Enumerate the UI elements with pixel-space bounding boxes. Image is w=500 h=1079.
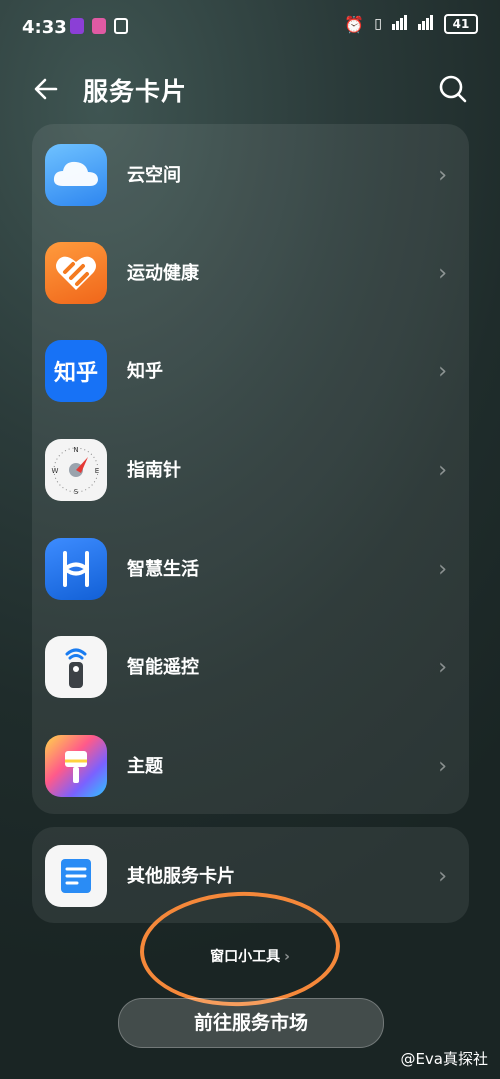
list-item-theme[interactable]: 主题 › [32, 716, 469, 814]
header: 服务卡片 [0, 58, 500, 118]
list-item-label: 主题 [127, 756, 163, 777]
app-notification-icon-2 [92, 18, 106, 34]
chevron-right-icon: › [438, 864, 447, 889]
smart-life-icon [45, 538, 107, 600]
app-notification-icon [70, 18, 84, 34]
chevron-right-icon: › [438, 655, 447, 680]
page-title: 服务卡片 [83, 77, 188, 106]
nfc-icon [114, 18, 128, 34]
list-item-label: 智能遥控 [127, 657, 199, 678]
list-item-cloud[interactable]: 云空间 › [32, 125, 469, 223]
svg-text:N: N [73, 446, 78, 454]
list-item-label: 知乎 [127, 361, 163, 382]
status-bar: 4:33 ⏰ ▯ 41 [0, 0, 500, 52]
list-item-health[interactable]: 运动健康 › [32, 223, 469, 321]
watermark: @Eva真探社 [400, 1050, 488, 1068]
cloud-icon [45, 144, 107, 206]
health-heart-icon [45, 242, 107, 304]
svg-text:S: S [74, 488, 79, 496]
chevron-right-icon: › [438, 261, 447, 286]
chevron-right-icon: › [438, 557, 447, 582]
status-right: ⏰ ▯ 41 [344, 14, 478, 34]
chevron-right-icon: › [438, 163, 447, 188]
battery-icon: 41 [444, 14, 478, 34]
chevron-right-icon: › [438, 458, 447, 483]
list-item-smart-life[interactable]: 智慧生活 › [32, 519, 469, 617]
back-arrow-icon[interactable] [30, 72, 64, 106]
signal-icon-2 [418, 14, 434, 34]
alarm-icon: ⏰ [344, 14, 365, 34]
document-icon [45, 845, 107, 907]
compass-icon: N E S W [45, 439, 107, 501]
zhihu-icon-text: 知乎 [53, 361, 98, 386]
list-item-label: 智慧生活 [127, 559, 199, 580]
zhihu-icon: 知乎 [45, 340, 107, 402]
theme-brush-icon [45, 735, 107, 797]
remote-control-icon [45, 636, 107, 698]
svg-text:W: W [52, 467, 59, 475]
svg-text:E: E [95, 467, 99, 475]
list-item-compass[interactable]: N E S W 指南针 › [32, 420, 469, 518]
list-item-label: 运动健康 [127, 263, 199, 284]
vibrate-icon: ▯ [374, 16, 382, 32]
signal-icon [392, 14, 408, 34]
status-time: 4:33 [22, 17, 67, 38]
service-market-button[interactable]: 前往服务市场 [118, 998, 384, 1048]
list-item-label: 指南针 [127, 460, 181, 481]
chevron-right-icon: › [438, 754, 447, 779]
list-item-zhihu[interactable]: 知乎 知乎 › [32, 321, 469, 419]
service-card-list: 云空间 › 运动健康 › 知乎 知乎 › N E S W 指南针 › 智慧生活 … [32, 124, 469, 814]
list-item-label: 其他服务卡片 [127, 866, 235, 887]
list-item-smart-remote[interactable]: 智能遥控 › [32, 617, 469, 715]
search-icon[interactable] [436, 72, 470, 106]
list-item-label: 云空间 [127, 165, 181, 186]
chevron-right-icon: › [438, 359, 447, 384]
